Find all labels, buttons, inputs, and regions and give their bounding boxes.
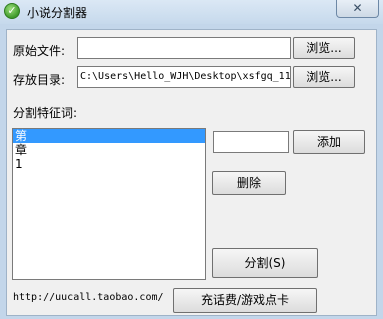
keyword-list[interactable]: 第章1 (12, 128, 206, 280)
close-button[interactable]: ✕ (336, 0, 379, 18)
title-bar: ✓ 小说分割器 ✕ (0, 0, 383, 24)
delete-button[interactable]: 删除 (212, 171, 286, 195)
keyword-list-item[interactable]: 第 (13, 129, 205, 143)
main-panel: 原始文件: 浏览... 存放目录: C:\Users\Hello_WJH\Des… (6, 29, 377, 316)
window-title: 小说分割器 (27, 6, 88, 20)
browse-save-button[interactable]: 浏览... (293, 66, 355, 88)
keyword-input[interactable] (213, 131, 289, 153)
add-button[interactable]: 添加 (293, 130, 365, 154)
split-button[interactable]: 分割(S) (212, 248, 318, 278)
keyword-list-item[interactable]: 1 (13, 157, 205, 171)
save-dir-label: 存放目录: (13, 73, 66, 87)
recharge-button[interactable]: 充话费/游戏点卡 (173, 288, 317, 313)
keyword-list-item[interactable]: 章 (13, 143, 205, 157)
footer-url[interactable]: http://uucall.taobao.com/ (13, 292, 164, 303)
source-file-label: 原始文件: (13, 44, 66, 58)
app-icon: ✓ (4, 3, 20, 19)
split-keyword-label: 分割特征词: (13, 106, 78, 120)
source-file-field[interactable] (77, 37, 291, 59)
browse-source-button[interactable]: 浏览... (293, 37, 355, 59)
save-dir-field[interactable]: C:\Users\Hello_WJH\Desktop\xsfgq_11 (77, 66, 291, 88)
